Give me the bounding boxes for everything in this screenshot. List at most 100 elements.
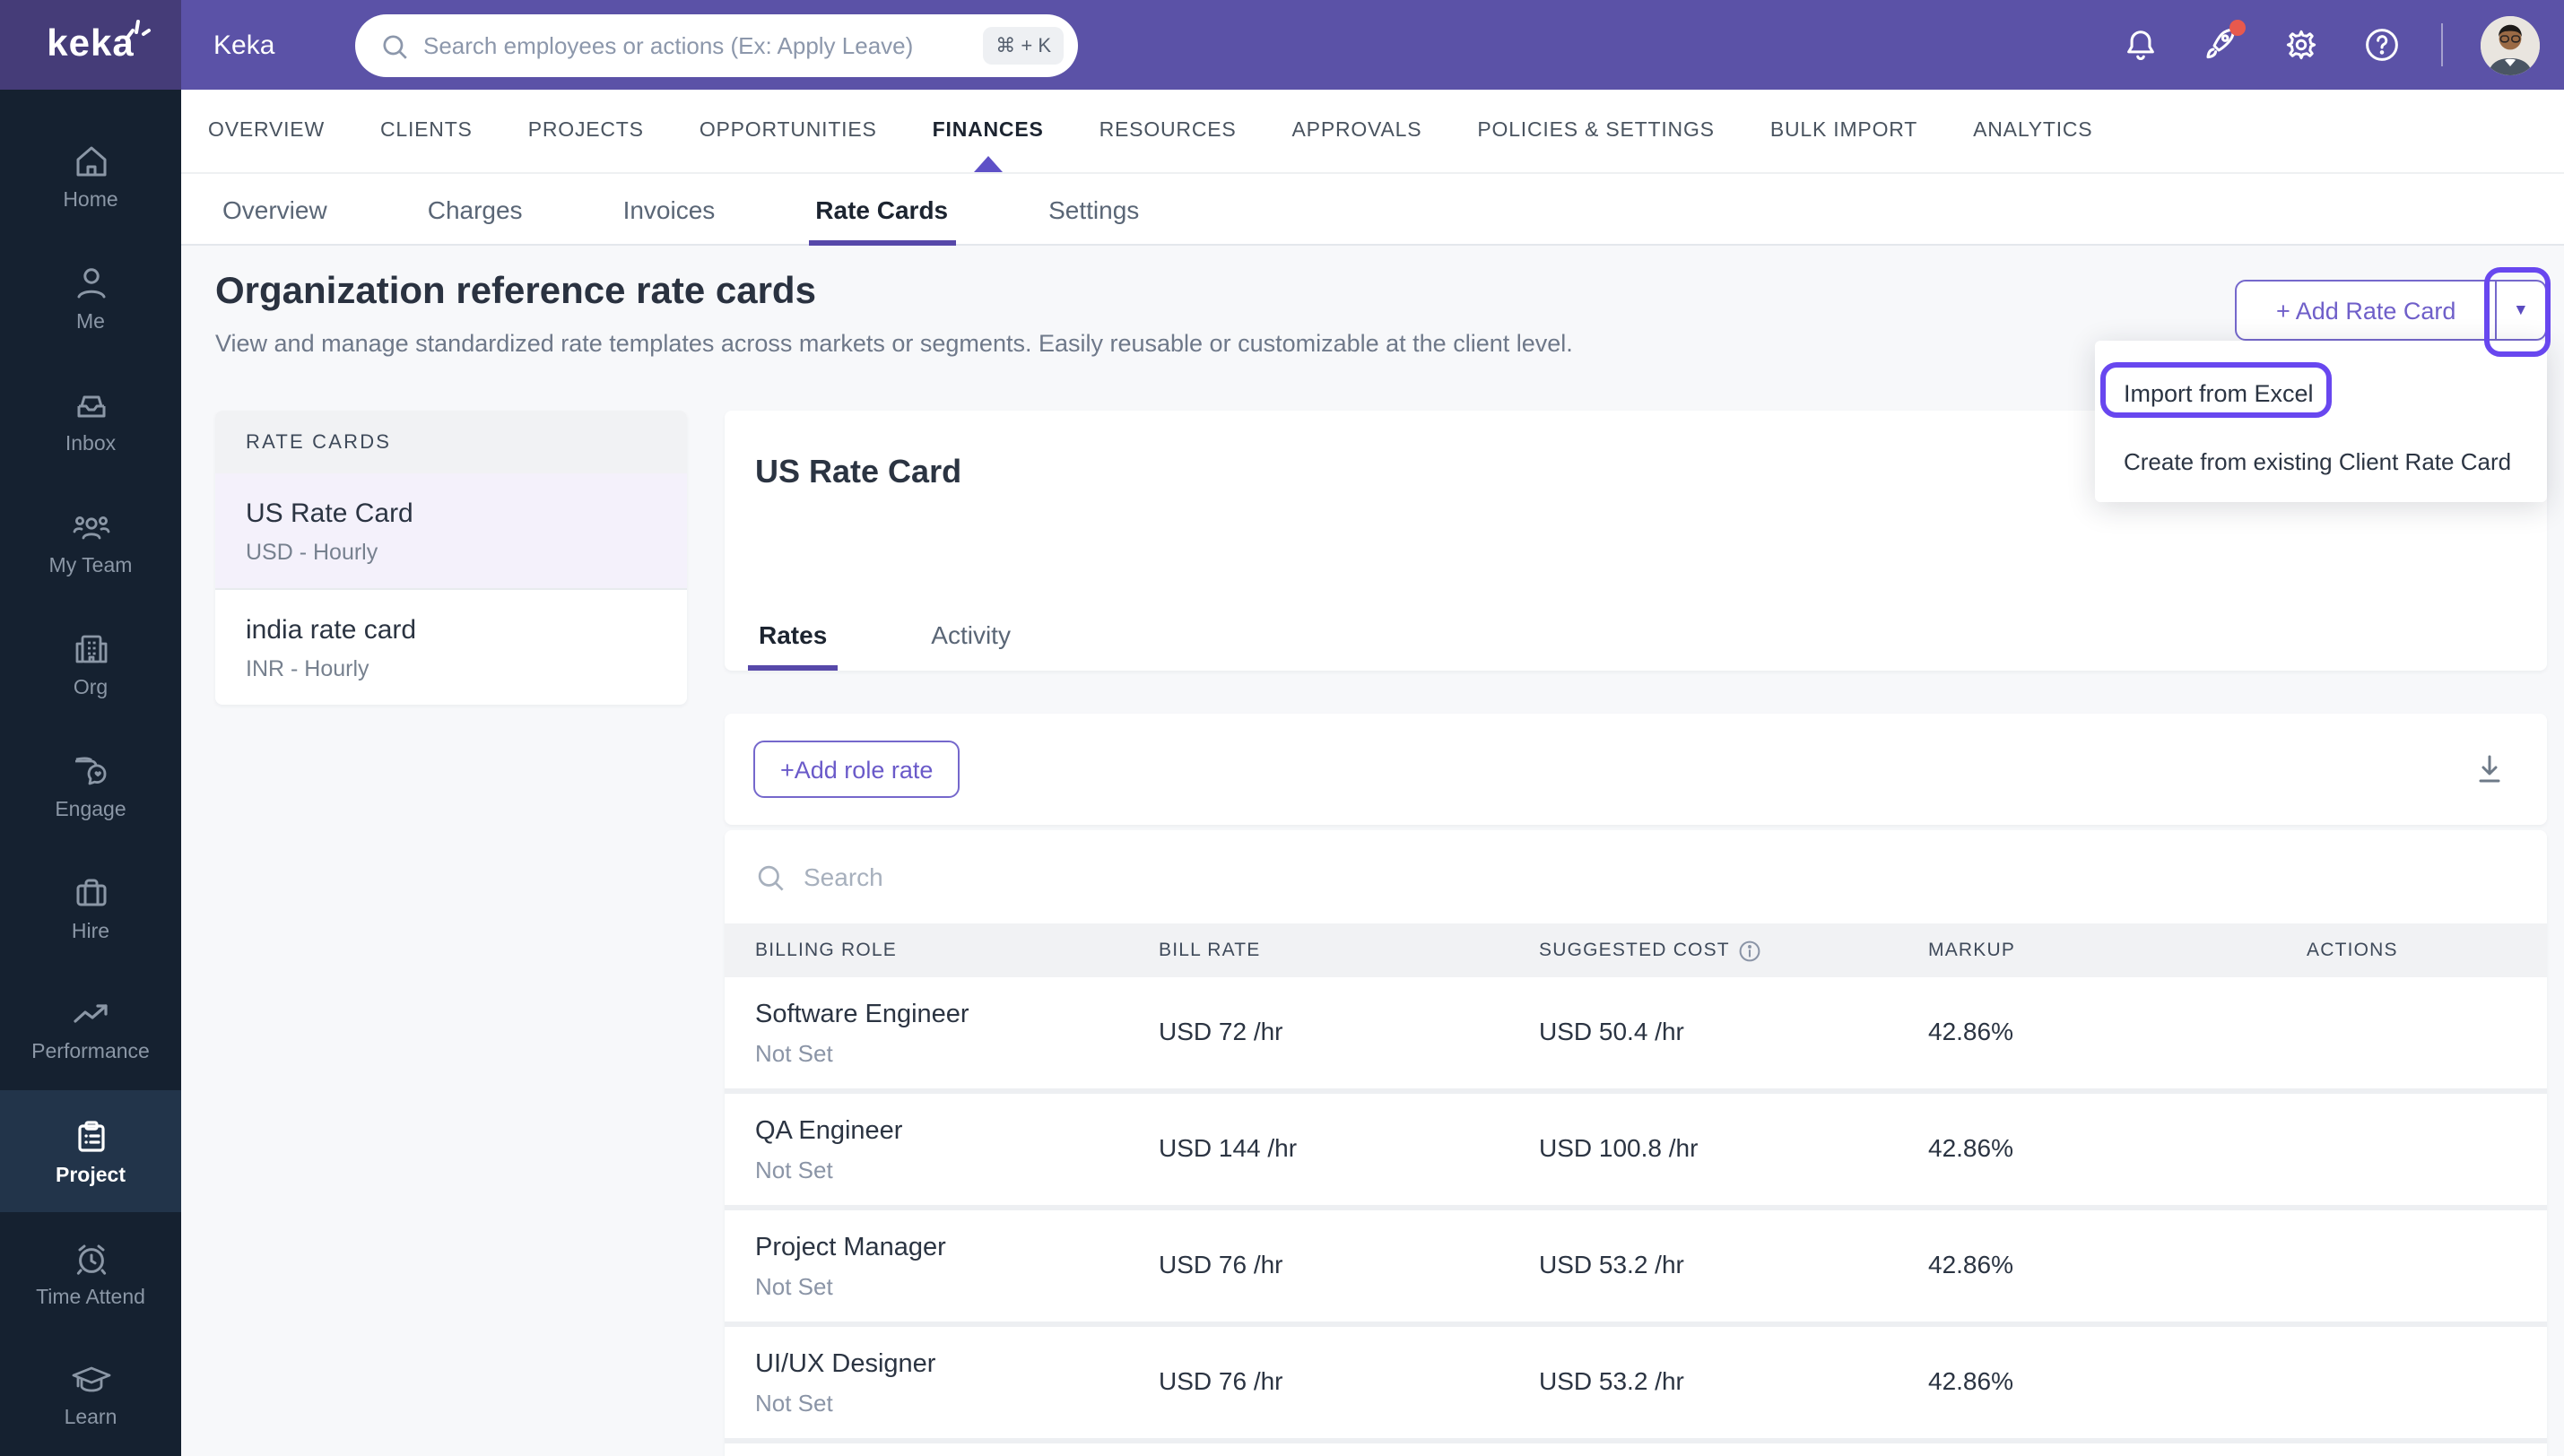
role-status: Not Set [755,1273,833,1300]
add-rate-card-caret-button[interactable]: ▼ [2497,280,2548,341]
subtab-rate-cards[interactable]: Rate Cards [808,174,955,246]
billing-role: Project Manager [755,1234,946,1262]
search-icon [383,34,407,58]
sidebar-item-me[interactable]: Me [0,237,181,359]
sidebar-item-home[interactable]: Home [0,115,181,237]
notification-badge-dot [2229,20,2246,36]
billing-role: QA Engineer [755,1117,903,1146]
sidebar-item-project[interactable]: Project [0,1090,181,1212]
trend-icon [73,1003,107,1022]
sidebar-item-org[interactable]: Org [0,602,181,724]
global-search[interactable]: ⌘ + K [355,14,1078,77]
add-rate-card-dropdown-menu: Import from Excel Create from existing C… [2095,341,2547,502]
table-row[interactable]: Software Engineer Not Set USD 72 /hr USD … [725,977,2547,1094]
header-divider [2441,23,2443,66]
table-row[interactable]: QA Engineer Not Set USD 144 /hr USD 100.8… [725,1094,2547,1210]
menu-item-create-from-existing[interactable]: Create from existing Client Rate Card [2095,432,2547,490]
chevron-down-icon: ▼ [2513,301,2530,319]
sidebar-item-performance[interactable]: Performance [0,968,181,1090]
add-role-rate-button[interactable]: +Add role rate [753,741,960,798]
bill-rate: USD 72 /hr [1159,1017,1283,1045]
global-search-input[interactable] [423,32,984,59]
sidebar-item-inbox[interactable]: Inbox [0,359,181,481]
inbox-icon [76,394,105,417]
col-billing-role: BILLING ROLE [755,940,897,961]
active-tab-indicator [973,156,1003,172]
sidebar-item-learn[interactable]: Learn [0,1334,181,1456]
rate-card-item-us[interactable]: US Rate Card USD - Hourly [215,473,687,590]
tab-rates[interactable]: Rates [747,620,839,671]
suggested-cost: USD 53.2 /hr [1539,1250,1684,1278]
bill-rate: USD 76 /hr [1159,1250,1283,1278]
subtab-charges[interactable]: Charges [421,174,530,244]
tab-finances[interactable]: FINANCES [933,90,1044,172]
role-status: Not Set [755,1390,833,1417]
tab-clients[interactable]: CLIENTS [380,90,473,172]
keka-logo[interactable]: keka [0,0,181,90]
tab-projects[interactable]: PROJECTS [528,90,644,172]
col-suggested-cost: SUGGESTED COST [1539,939,1928,962]
tab-bulk-import[interactable]: BULK IMPORT [1770,90,1917,172]
billing-role: Software Engineer [755,1001,969,1029]
rate-card-item-india[interactable]: india rate card INR - Hourly [215,590,687,705]
download-icon[interactable] [2472,751,2508,787]
sidebar-item-time-attend[interactable]: Time Attend [0,1212,181,1334]
page-header: Organization reference rate cards View a… [215,271,1573,357]
avatar[interactable] [2481,15,2540,74]
sidebar-item-my-team[interactable]: My Team [0,481,181,602]
team-icon [72,515,109,539]
table-row[interactable]: Project Manager Not Set USD 76 /hr USD 53… [725,1210,2547,1327]
home-icon [75,145,106,176]
table-row[interactable]: UI/UX Designer Not Set USD 76 /hr USD 53.… [725,1327,2547,1443]
briefcase-icon [75,878,106,906]
finances-subnav: Overview Charges Invoices Rate Cards Set… [181,174,2564,246]
table-search[interactable] [725,830,2547,923]
chat-icon [75,756,107,784]
suggested-cost: USD 100.8 /hr [1539,1133,1699,1162]
tab-analytics[interactable]: ANALYTICS [1973,90,2092,172]
shortcut-badge: ⌘ + K [983,27,1064,65]
primary-nav: OVERVIEW CLIENTS PROJECTS OPPORTUNITIES … [181,90,2564,174]
logo-spark-icon [126,20,151,39]
markup: 42.86% [1928,1366,2013,1395]
settings-gear-icon[interactable] [2280,23,2323,66]
clipboard-icon [77,1120,104,1151]
detail-tabs: Rates Activity [747,620,2516,671]
subtab-overview[interactable]: Overview [215,174,335,244]
page-title: Organization reference rate cards [215,271,816,312]
table-search-input[interactable] [804,862,1521,891]
tab-resources[interactable]: RESOURCES [1099,90,1237,172]
help-icon[interactable] [2360,23,2403,66]
tab-activity[interactable]: Activity [927,620,1014,671]
markup: 42.86% [1928,1017,2013,1045]
tab-opportunities[interactable]: OPPORTUNITIES [700,90,877,172]
suggested-cost: USD 53.2 /hr [1539,1366,1684,1395]
col-markup: MARKUP [1928,940,2016,961]
add-rate-card-split-button: + Add Rate Card ▼ [2235,280,2548,341]
product-name: Keka [213,30,275,60]
menu-item-import-from-excel[interactable]: Import from Excel [2095,364,2547,421]
suggested-cost: USD 50.4 /hr [1539,1017,1684,1045]
app-window: keka Keka ⌘ + K [0,0,2564,1456]
markup: 42.86% [1928,1133,2013,1162]
sidebar-item-engage[interactable]: Engage [0,724,181,846]
subtab-settings[interactable]: Settings [1041,174,1146,244]
tab-policies-settings[interactable]: POLICIES & SETTINGS [1477,90,1714,172]
person-icon [76,267,105,298]
col-actions: ACTIONS [2307,940,2398,961]
building-icon [74,634,107,663]
page-subtitle: View and manage standardized rate templa… [215,330,1573,357]
add-rate-card-button[interactable]: + Add Rate Card [2235,280,2498,341]
subtab-invoices[interactable]: Invoices [616,174,723,244]
sidebar-item-hire[interactable]: Hire [0,846,181,968]
col-bill-rate: BILL RATE [1159,940,1261,961]
whats-new-rocket-icon[interactable] [2199,20,2246,66]
notifications-bell-icon[interactable] [2118,23,2161,66]
tab-approvals[interactable]: APPROVALS [1292,90,1422,172]
keka-logo-text: keka [47,23,135,65]
bill-rate: USD 144 /hr [1159,1133,1298,1162]
rates-toolbar-card: +Add role rate [725,714,2547,825]
tab-overview[interactable]: OVERVIEW [208,90,325,172]
rate-card-detail: US Rate Card Rates Activity +Add role ra… [725,411,2547,1456]
info-icon[interactable] [1739,939,1762,962]
